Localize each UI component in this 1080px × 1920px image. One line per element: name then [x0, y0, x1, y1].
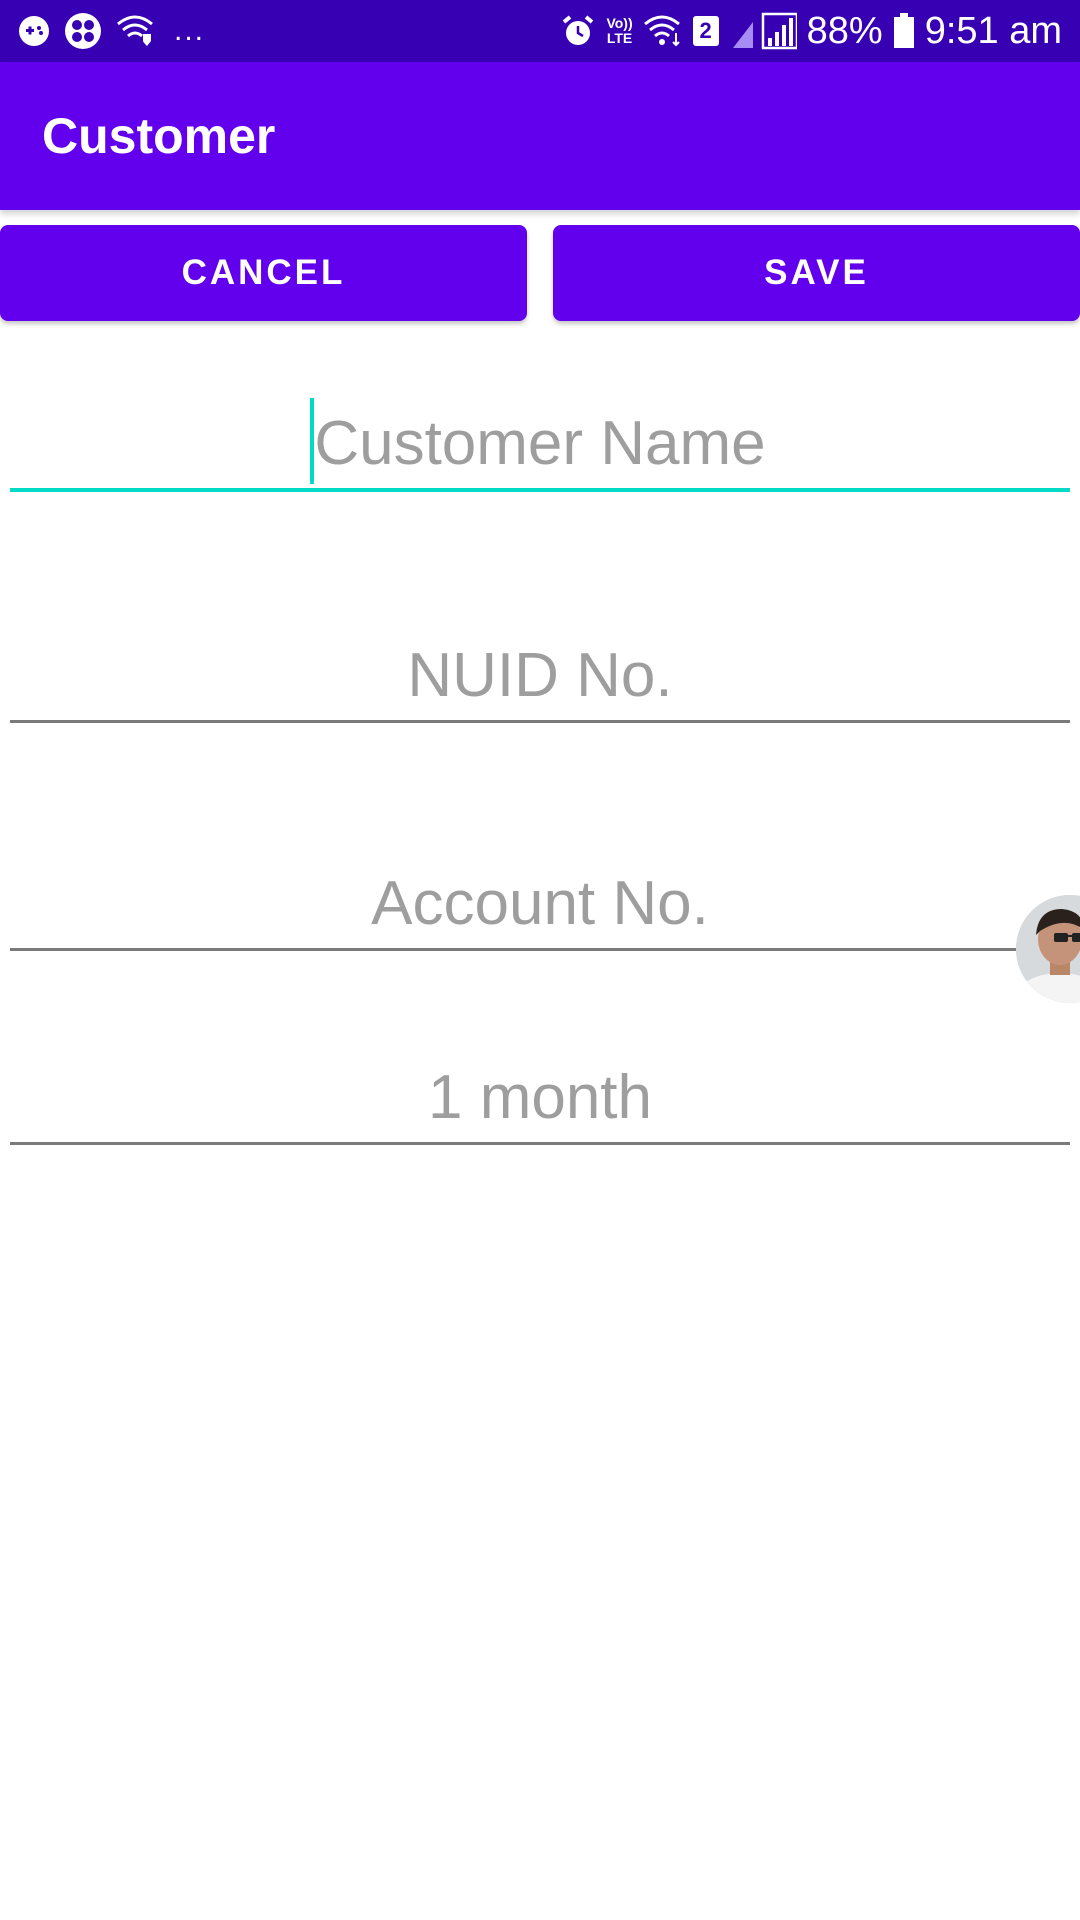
customer-name-input[interactable]: [10, 398, 1070, 488]
volte-icon: Vo)) LTE: [606, 16, 632, 46]
volte-label: Vo)): [606, 15, 633, 31]
wifi-shield-icon: [116, 14, 156, 48]
app-bar: Customer: [0, 62, 1080, 210]
page-title: Customer: [42, 108, 276, 164]
account-field: [10, 858, 1070, 951]
game-controller-icon: [18, 15, 50, 47]
notification-icons: ...: [18, 0, 205, 62]
customer-name-field: [10, 398, 1070, 492]
save-button[interactable]: SAVE: [553, 225, 1080, 321]
battery-icon: [893, 13, 915, 49]
alarm-icon: [560, 13, 596, 49]
system-status: Vo)) LTE 2 88% 9:51 am: [560, 0, 1062, 62]
status-bar: ... Vo)) LTE 2 88% 9:51 am: [0, 0, 1080, 62]
account-input[interactable]: [10, 858, 1070, 948]
text-cursor: [310, 398, 314, 484]
lte-label: LTE: [606, 30, 633, 46]
cancel-button[interactable]: CANCEL: [0, 225, 527, 321]
more-notifications-indicator: ...: [174, 14, 206, 47]
sim-icon: 2: [692, 16, 719, 46]
period-input[interactable]: [10, 1052, 1070, 1142]
period-field: [10, 1052, 1070, 1145]
signal-icon: [729, 12, 797, 50]
nuid-field: [10, 630, 1070, 723]
wifi-data-icon: [643, 14, 683, 48]
battery-percent: 88%: [806, 10, 883, 52]
nuid-input[interactable]: [10, 630, 1070, 720]
clock: 9:51 am: [924, 10, 1062, 52]
clover-app-icon: [64, 12, 102, 50]
